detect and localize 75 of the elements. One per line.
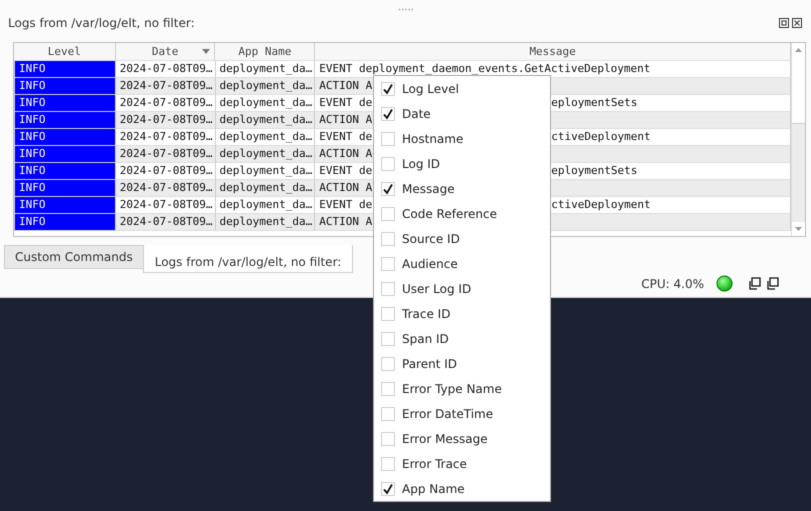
table-cell: ACTION A <box>319 215 372 228</box>
window-icon[interactable] <box>767 277 779 290</box>
checkbox[interactable] <box>381 356 395 370</box>
table-cell: INFO <box>14 112 116 129</box>
checkbox[interactable] <box>381 432 395 446</box>
close-icon[interactable] <box>792 18 802 28</box>
column-header[interactable]: Level <box>14 43 116 60</box>
checkbox[interactable] <box>381 306 395 320</box>
table-cell: INFO <box>14 180 116 197</box>
table-cell: deployment_da… <box>216 214 316 231</box>
menu-item[interactable]: Span ID <box>374 326 550 351</box>
cpu-reading: CPU: 4.0% <box>641 276 704 290</box>
menu-item[interactable]: Audience <box>374 251 550 276</box>
checkbox[interactable] <box>381 232 395 246</box>
checkbox[interactable] <box>381 132 395 146</box>
table-cell: ctiveDeployment <box>551 197 651 213</box>
checkbox[interactable] <box>381 106 395 120</box>
checkbox[interactable] <box>381 332 395 346</box>
menu-item[interactable]: Error DateTime <box>374 401 550 426</box>
table-cell: EVENT de <box>319 96 372 109</box>
checkbox[interactable] <box>381 456 395 470</box>
menu-item[interactable]: Trace ID <box>374 301 550 326</box>
table-cell: EVENT de <box>319 130 372 143</box>
menu-item[interactable]: Log ID <box>374 151 550 176</box>
menu-item[interactable]: App Name <box>374 476 550 501</box>
scrollbar[interactable] <box>791 43 805 236</box>
menu-item[interactable]: Parent ID <box>374 351 550 376</box>
menu-item[interactable]: Error Trace <box>374 451 550 476</box>
window-icon[interactable] <box>749 277 761 290</box>
checkbox[interactable] <box>381 406 395 420</box>
table-cell: ACTION A <box>319 113 372 126</box>
menu-item[interactable]: User Log ID <box>374 276 550 301</box>
column-header[interactable]: Date <box>116 43 216 60</box>
checkbox[interactable] <box>381 82 395 96</box>
table-cell: INFO <box>14 163 116 180</box>
menu-item[interactable]: Source ID <box>374 226 550 251</box>
column-header[interactable]: App Name <box>215 43 316 60</box>
menu-item[interactable]: Date <box>374 101 550 126</box>
tab[interactable]: Custom Commands <box>4 245 144 269</box>
drag-handle-icon[interactable] <box>398 8 414 11</box>
table-cell: INFO <box>14 197 116 214</box>
table-cell: eploymentSets <box>551 95 638 111</box>
table-cell: EVENT de <box>319 198 372 211</box>
checkbox[interactable] <box>381 282 395 296</box>
menu-item[interactable]: Message <box>374 176 550 201</box>
table-cell: INFO <box>14 214 116 231</box>
table-cell: EVENT deployment_daemon_events.GetActiveDeployment <box>319 62 650 75</box>
table-cell: INFO <box>14 129 116 146</box>
menu-item[interactable]: Code Reference <box>374 201 550 226</box>
tab[interactable]: Logs from /var/log/elt, no filter: <box>142 245 354 273</box>
table-cell: INFO <box>14 61 116 78</box>
table-cell: ACTION A <box>319 147 372 160</box>
table-cell: EVENT de <box>319 164 372 177</box>
checkbox[interactable] <box>381 182 395 196</box>
table-cell: INFO <box>14 146 116 163</box>
panel-title: Logs from /var/log/elt, no filter: <box>8 16 195 30</box>
table-cell: INFO <box>14 95 116 112</box>
table-cell: ACTION A <box>319 181 372 194</box>
checkbox[interactable] <box>381 156 395 170</box>
checkbox[interactable] <box>381 256 395 270</box>
checkbox[interactable] <box>381 206 395 220</box>
menu-item[interactable]: Log Level <box>374 76 550 101</box>
table-cell: INFO <box>14 78 116 95</box>
menu-item[interactable]: Hostname <box>374 126 550 151</box>
table-cell: eploymentSets <box>551 163 638 179</box>
status-led-icon <box>716 275 733 292</box>
sort-icon <box>202 49 210 54</box>
checkbox[interactable] <box>381 482 395 496</box>
table-cell: ACTION A <box>319 79 372 92</box>
table-cell: ctiveDeployment <box>551 129 651 145</box>
float-icon[interactable] <box>779 18 789 28</box>
checkbox[interactable] <box>381 382 395 396</box>
menu-item[interactable]: Error Type Name <box>374 376 550 401</box>
table-cell: 2024-07-08T09… <box>116 214 216 231</box>
menu-item[interactable]: Error Message <box>374 426 550 451</box>
